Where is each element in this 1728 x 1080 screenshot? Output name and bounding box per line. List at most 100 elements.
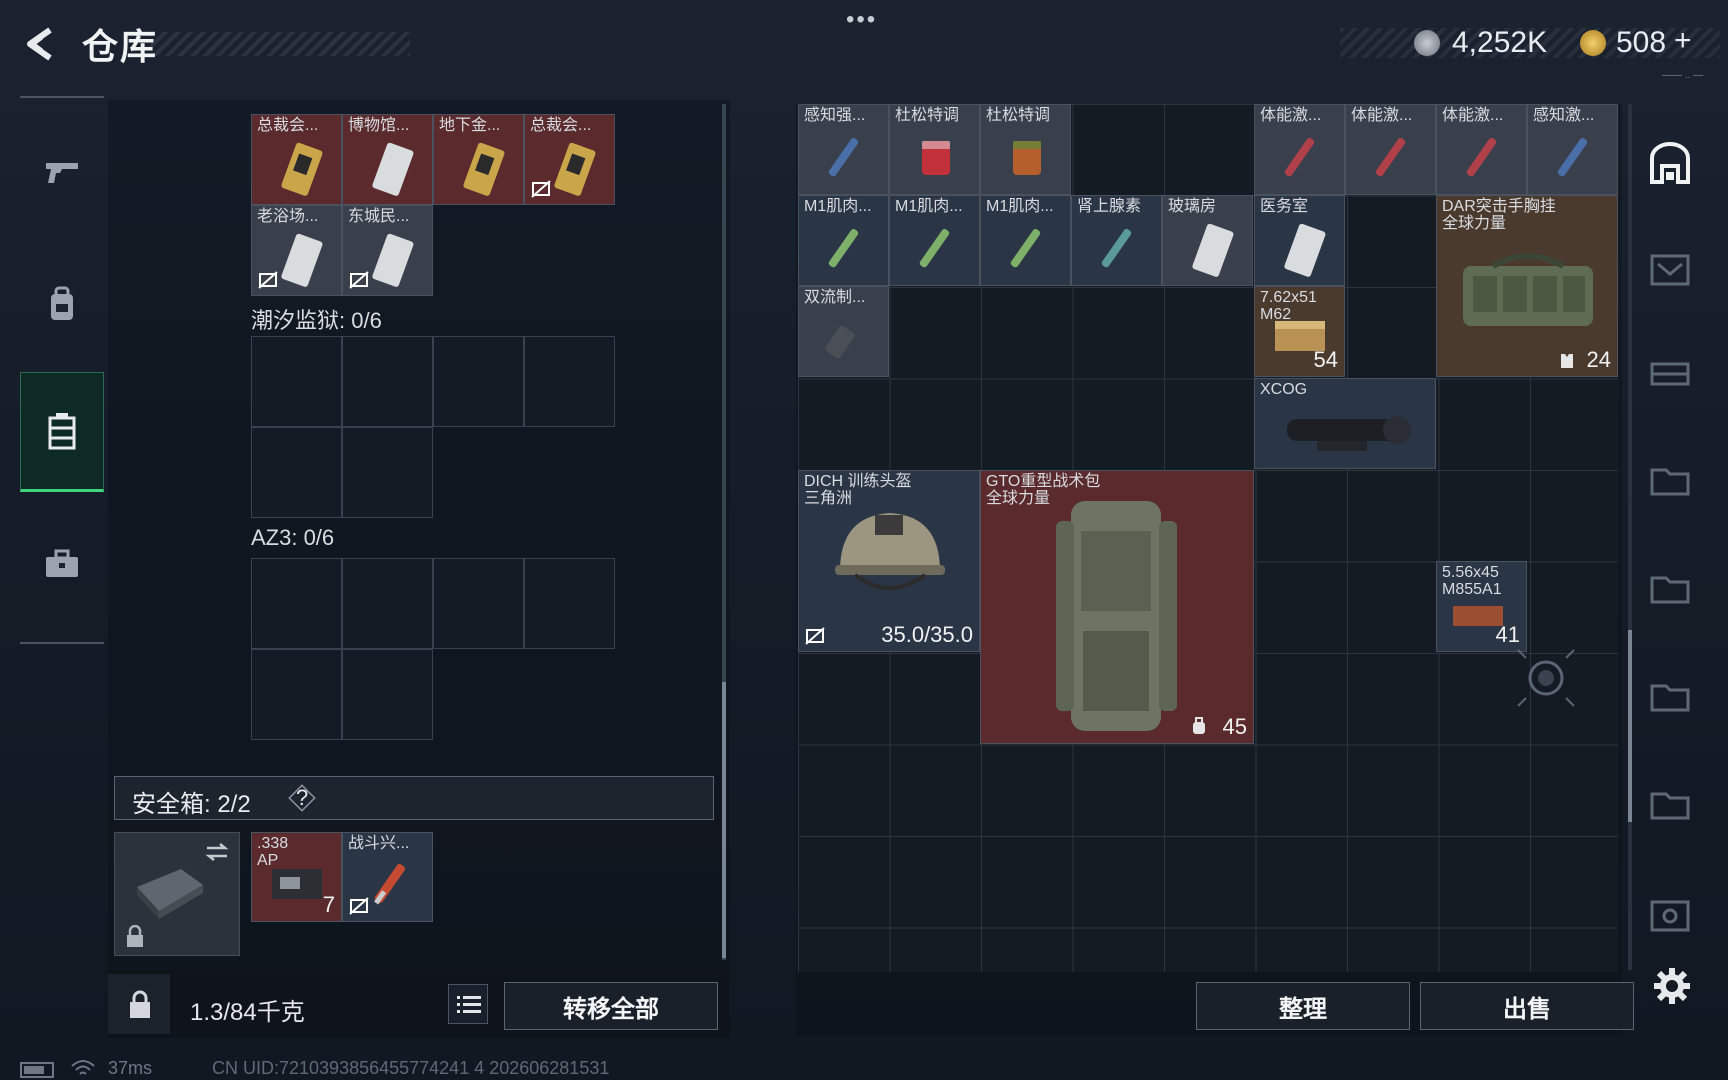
key-slot[interactable] — [251, 649, 342, 740]
safe-case-icon — [137, 869, 203, 919]
key-card-item[interactable]: 玻璃房 — [1162, 195, 1253, 286]
pistol-icon — [46, 163, 78, 183]
key-slot[interactable] — [251, 427, 342, 518]
key-slot[interactable] — [342, 427, 433, 518]
item-label: M1肌肉... — [986, 198, 1054, 215]
list-view-button[interactable] — [448, 984, 488, 1024]
item-label: 老浴场... — [257, 208, 319, 225]
item-label: 感知强... — [804, 107, 866, 124]
key-card-item[interactable]: 老浴场... — [251, 205, 342, 296]
item-label: 体能激... — [1351, 107, 1413, 124]
tab-storage-8[interactable] — [1640, 886, 1700, 946]
backpack-capacity-icon — [1193, 717, 1205, 734]
ammo-item[interactable]: 5.56x45 M855A1 41 — [1436, 561, 1527, 652]
helmet-item[interactable]: DICH 训练头盔 三角洲 35.0/35.0 — [798, 470, 980, 652]
tab-storage-3[interactable] — [1640, 344, 1700, 404]
drink-item[interactable]: 杜松特调 — [889, 104, 980, 195]
key-card-item[interactable]: 地下金... — [433, 114, 524, 205]
no-trade-icon — [531, 180, 551, 198]
storage-folder-icon — [1650, 684, 1690, 712]
item-count: 54 — [1313, 347, 1338, 372]
back-arrow-icon[interactable] — [20, 24, 60, 64]
stim-item[interactable]: 感知激... — [1527, 104, 1618, 195]
nav-toolbox[interactable] — [20, 504, 104, 624]
drink-glass-icon — [1013, 141, 1041, 175]
key-slot[interactable] — [251, 558, 342, 649]
left-scrollbar-thumb[interactable] — [722, 682, 726, 958]
tab-storage-6[interactable] — [1640, 666, 1700, 726]
syringe-icon — [828, 229, 859, 268]
tab-storage-2[interactable] — [1640, 240, 1700, 300]
stim-item[interactable]: 肾上腺素 — [1071, 195, 1162, 286]
item-label: 玻璃房 — [1168, 198, 1217, 215]
stim-item[interactable]: M1肌肉... — [798, 195, 889, 286]
stim-item[interactable]: 感知强... — [798, 104, 889, 195]
page-title: 仓库 — [82, 26, 159, 67]
helmet-icon — [835, 513, 945, 590]
key-slot[interactable] — [251, 336, 342, 427]
item-label: 5.56x45 M855A1 — [1442, 564, 1502, 598]
chest-rig-item[interactable]: DAR突击手胸挂 全球力量 24 — [1436, 195, 1618, 377]
key-slot[interactable] — [342, 649, 433, 740]
weight-lock-icon — [130, 990, 150, 1018]
key-card-item[interactable]: 总裁会... — [251, 114, 342, 205]
help-mark[interactable]: ? — [296, 785, 308, 811]
key-slot[interactable] — [433, 558, 524, 649]
key-card-item[interactable]: 东城民... — [342, 205, 433, 296]
more-menu-icon[interactable]: ••• — [846, 6, 877, 34]
key-slot[interactable] — [342, 336, 433, 427]
drink-item[interactable]: 杜松特调 — [980, 104, 1071, 195]
key-slot[interactable] — [524, 336, 615, 427]
key-slot[interactable] — [433, 336, 524, 427]
stim-item[interactable]: 体能激... — [1436, 104, 1527, 195]
swap-icon[interactable] — [203, 841, 231, 863]
nav-weapon[interactable] — [20, 112, 104, 232]
item-label: 东城民... — [348, 208, 410, 225]
stim-item[interactable]: M1肌肉... — [889, 195, 980, 286]
stim-item[interactable]: 体能激... — [1345, 104, 1436, 195]
stim-item[interactable]: 体能激... — [1254, 104, 1345, 195]
key-card-item[interactable]: 博物馆... — [342, 114, 433, 205]
key-card-icon — [281, 233, 323, 287]
item-durability: 35.0/35.0 — [881, 622, 973, 647]
tab-storage-4[interactable] — [1640, 450, 1700, 510]
item-label: 总裁会... — [530, 117, 592, 134]
tab-storage-5[interactable] — [1640, 558, 1700, 618]
ammo-item[interactable]: .338 AP 7 — [251, 832, 342, 922]
muzzle-item[interactable]: 双流制... — [798, 286, 889, 377]
key-card-icon — [372, 142, 414, 196]
tab-storage-7[interactable] — [1640, 774, 1700, 834]
gold-coin-icon — [1580, 30, 1606, 56]
item-label: 医务室 — [1260, 198, 1309, 215]
scope-item[interactable]: XCOG — [1254, 378, 1436, 469]
stim-item[interactable]: M1肌肉... — [980, 195, 1071, 286]
key-slot[interactable] — [524, 558, 615, 649]
sort-button[interactable]: 整理 — [1196, 982, 1410, 1030]
backpack-item[interactable]: GTO重型战术包 全球力量 45 — [980, 470, 1254, 744]
briefcase-icon — [46, 549, 78, 577]
key-card-item[interactable]: 总裁会... — [524, 114, 615, 205]
tab-all-storage[interactable] — [1640, 134, 1700, 194]
add-currency-button[interactable]: + — [1674, 24, 1692, 58]
right-scrollbar-track[interactable] — [1628, 104, 1632, 970]
ammo-item[interactable]: 7.62x51 M62 54 — [1254, 286, 1345, 377]
tactical-backpack-icon — [1056, 501, 1177, 731]
sell-button[interactable]: 出售 — [1420, 982, 1634, 1030]
settings-gear-icon[interactable] — [1652, 966, 1692, 1006]
no-trade-icon — [349, 271, 369, 289]
weight-lock[interactable] — [108, 974, 170, 1034]
key-slot[interactable] — [342, 558, 433, 649]
syringe-icon — [828, 138, 859, 177]
key-card-item[interactable]: 医务室 — [1254, 195, 1345, 286]
side-nav — [20, 96, 104, 644]
nav-storage[interactable] — [20, 372, 104, 492]
stim-item[interactable]: 战斗兴... — [342, 832, 433, 922]
right-scrollbar-thumb[interactable] — [1628, 630, 1632, 822]
transfer-all-button[interactable]: 转移全部 — [504, 982, 718, 1030]
item-label: 杜松特调 — [986, 107, 1051, 124]
safe-box-container[interactable] — [114, 832, 240, 956]
safe-box-label: 安全箱: 2/2 — [132, 791, 251, 818]
no-trade-icon — [349, 897, 369, 915]
nav-backpack[interactable] — [20, 244, 104, 364]
item-label: 体能激... — [1260, 107, 1322, 124]
